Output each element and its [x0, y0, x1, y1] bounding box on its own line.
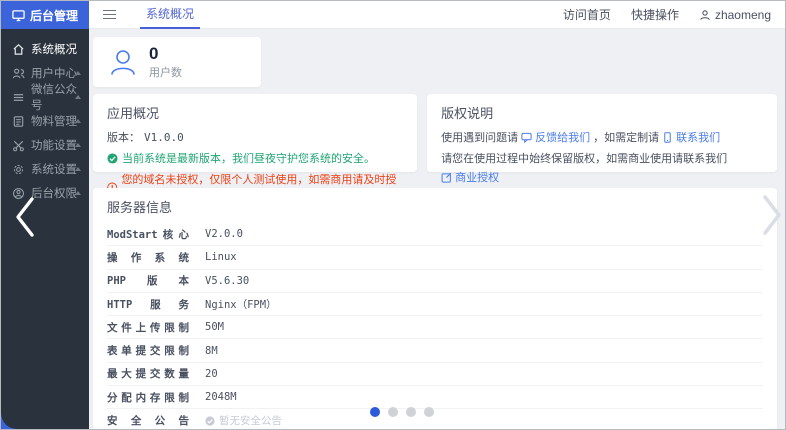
version-line: 版本： V1.0.0: [107, 129, 403, 145]
carousel-dot[interactable]: [424, 407, 434, 417]
chevron-left-icon: [12, 195, 38, 239]
menu-toggle-button[interactable]: [101, 6, 118, 24]
commercial-license-link[interactable]: 商业授权: [441, 169, 499, 185]
material-icon: [12, 115, 25, 128]
copyright-line-2: 请您在使用过程中始终保留版权，如需商业使用请联系我们 商业授权: [441, 150, 763, 185]
chevron-up-icon: [75, 167, 81, 171]
server-info-row: 分配内存限制2048M: [107, 386, 763, 409]
user-count-label: 用户数: [149, 64, 182, 80]
quick-actions-link[interactable]: 快捷操作: [631, 6, 679, 23]
carousel-dot[interactable]: [370, 407, 380, 417]
sidebar-item-function-settings[interactable]: 功能设置: [1, 133, 89, 157]
chevron-up-icon: [75, 71, 81, 75]
gear-icon: [12, 163, 25, 176]
app-overview-card: 应用概况 版本：V1.0.0 当前系统是最新版本，我们昼夜守护您系统的安全。 您…: [93, 94, 417, 172]
server-info-row: ModStart核心V2.0.0: [107, 223, 763, 246]
sidebar-item-label: 用户中心: [31, 65, 77, 81]
security-label: 安全公告: [107, 413, 189, 428]
app-overview-title: 应用概况: [107, 103, 403, 122]
visit-home-link[interactable]: 访问首页: [563, 6, 611, 23]
brand-title: 后台管理: [30, 7, 78, 24]
home-icon: [12, 43, 25, 56]
brand-logo[interactable]: 后台管理: [1, 1, 89, 29]
sidebar-item-label: 系统设置: [31, 161, 77, 177]
users-icon: [12, 67, 25, 80]
check-circle-muted-icon: [205, 416, 215, 426]
copyright-card: 版权说明 使用遇到问题请 反馈给我们 ，如需定制请 联系我们 请您在使用过程中始…: [427, 94, 777, 172]
chevron-up-icon: [75, 143, 81, 147]
server-info-row: 文件上传限制50M: [107, 316, 763, 339]
chevron-up-icon: [75, 191, 81, 195]
topbar: 系统概况 访问首页 快捷操作 zhaomeng: [89, 1, 785, 29]
version-label: 版本：: [107, 129, 140, 145]
server-info-row: 最大提交数量20: [107, 363, 763, 386]
sidebar-item-label: 物料管理: [31, 113, 77, 129]
user-outline-icon: [108, 47, 138, 77]
server-info-card: 服务器信息 ModStart核心V2.0.0操作系统LinuxPHP版本V5.6…: [93, 188, 777, 429]
main-content: 0 用户数 应用概况 版本： V1.0.0 当前系统是最新版本，我们昼夜守护您系统…: [89, 29, 785, 429]
sidebar-item-label: 系统概况: [31, 41, 77, 57]
server-info-title: 服务器信息: [107, 197, 763, 216]
carousel-next-button[interactable]: [760, 192, 784, 243]
chevron-up-icon: [75, 95, 81, 99]
chevron-right-icon: [760, 192, 784, 238]
carousel-prev-button[interactable]: [12, 195, 38, 244]
carousel-dot[interactable]: [406, 407, 416, 417]
user-count-value: 0: [149, 44, 182, 64]
phone-icon: [662, 132, 673, 143]
sidebar-item-material[interactable]: 物料管理: [1, 109, 89, 133]
copyright-line-1: 使用遇到问题请 反馈给我们 ，如需定制请 联系我们: [441, 129, 763, 145]
server-info-row: 操作系统Linux: [107, 246, 763, 269]
chevron-up-icon: [75, 119, 81, 123]
sidebar-item-system-settings[interactable]: 系统设置: [1, 157, 89, 181]
contact-us-link[interactable]: 联系我们: [662, 129, 720, 145]
server-info-row: 表单提交限制8M: [107, 339, 763, 362]
sidebar-nav: 系统概况 用户中心 微信公众号 物料管理 功能设置 系统设置: [1, 29, 89, 205]
monitor-icon: [12, 9, 25, 22]
user-count-card[interactable]: 0 用户数: [93, 37, 261, 87]
latest-version-notice: 当前系统是最新版本，我们昼夜守护您系统的安全。: [107, 150, 403, 166]
security-row: 安全公告 暂无安全公告: [107, 409, 763, 429]
topbar-right: 访问首页 快捷操作 zhaomeng: [563, 6, 785, 23]
security-value: 暂无安全公告: [205, 413, 282, 428]
server-info-row: HTTP服务Nginx（FPM）: [107, 293, 763, 316]
carousel-dot[interactable]: [388, 407, 398, 417]
edit-doc-icon: [441, 172, 452, 183]
username: zhaomeng: [715, 8, 771, 22]
tools-icon: [12, 139, 25, 152]
sidebar-item-wechat[interactable]: 微信公众号: [1, 85, 89, 109]
version-value: V1.0.0: [144, 131, 184, 144]
server-info-row: PHP版本V5.6.30: [107, 270, 763, 293]
user-menu[interactable]: zhaomeng: [699, 8, 771, 22]
user-icon: [699, 9, 711, 21]
wechat-icon: [12, 91, 25, 104]
chat-bubble-icon: [521, 132, 532, 143]
check-circle-icon: [107, 153, 118, 164]
tab-system-overview[interactable]: 系统概况: [140, 1, 200, 29]
carousel-dots: [370, 407, 434, 417]
sidebar-item-system-overview[interactable]: 系统概况: [1, 37, 89, 61]
sidebar-item-label: 功能设置: [31, 137, 77, 153]
feedback-link[interactable]: 反馈给我们: [521, 129, 590, 145]
copyright-title: 版权说明: [441, 103, 763, 122]
server-info-table: ModStart核心V2.0.0操作系统LinuxPHP版本V5.6.30HTT…: [107, 223, 763, 409]
